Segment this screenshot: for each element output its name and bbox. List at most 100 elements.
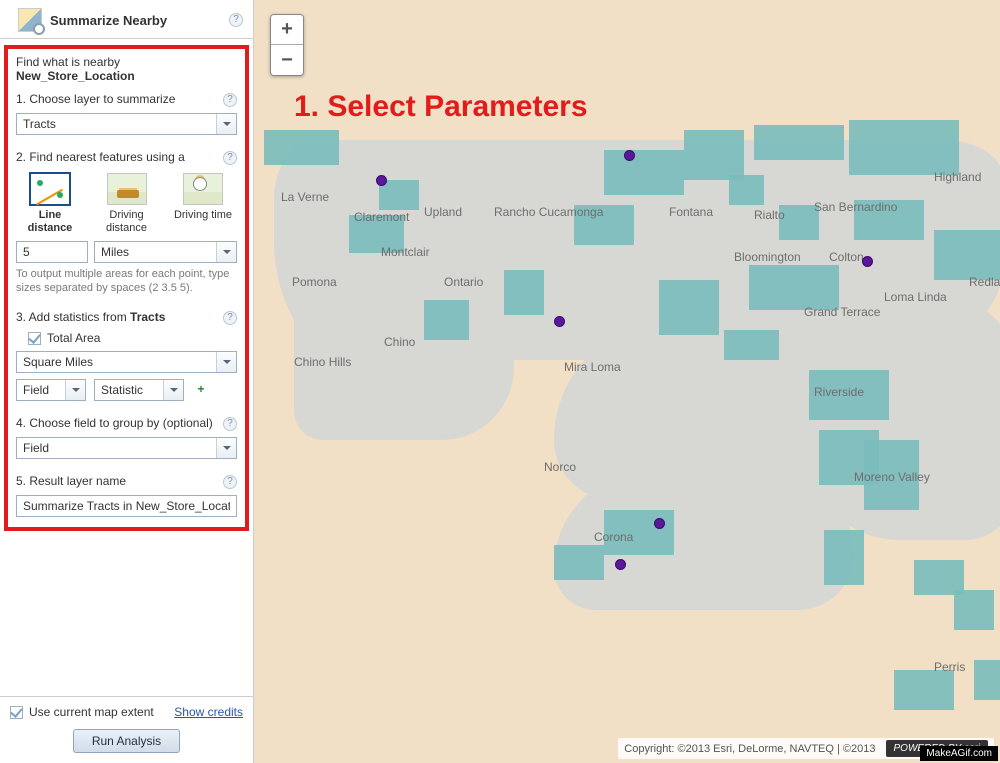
distance-value-field[interactable] bbox=[23, 245, 81, 259]
tract-polygon bbox=[779, 205, 819, 240]
tract-polygon bbox=[729, 175, 764, 205]
tract-polygon bbox=[954, 590, 994, 630]
method-driving-time[interactable]: Driving time bbox=[169, 173, 237, 235]
step-1-label: 1. Choose layer to summarize bbox=[16, 91, 175, 107]
chevron-down-icon bbox=[216, 438, 236, 458]
method-line-distance[interactable]: Line distance bbox=[16, 173, 84, 235]
total-area-checkbox[interactable] bbox=[28, 332, 41, 345]
store-point[interactable] bbox=[554, 316, 565, 327]
help-icon[interactable]: ? bbox=[223, 93, 237, 107]
analysis-panel: Summarize Nearby ? Find what is nearby N… bbox=[0, 0, 254, 763]
tract-polygon bbox=[504, 270, 544, 315]
summarize-layer-select[interactable]: Tracts bbox=[16, 113, 237, 135]
distance-unit-value: Miles bbox=[101, 245, 129, 259]
stat-type-value: Statistic bbox=[101, 383, 143, 397]
step-2-row: 2. Find nearest features using a ? bbox=[16, 149, 237, 165]
step-1-row: 1. Choose layer to summarize ? bbox=[16, 91, 237, 107]
tract-polygon bbox=[659, 280, 719, 335]
summarize-layer-value: Tracts bbox=[23, 117, 56, 131]
tract-polygon bbox=[604, 510, 674, 555]
urban-area bbox=[294, 280, 514, 440]
result-layer-name-input[interactable] bbox=[16, 495, 237, 517]
stat-type-select[interactable]: Statistic bbox=[94, 379, 184, 401]
panel-header: Summarize Nearby ? bbox=[0, 0, 253, 39]
area-unit-value: Square Miles bbox=[23, 355, 93, 369]
stat-field-value: Field bbox=[23, 383, 49, 397]
panel-title: Summarize Nearby bbox=[50, 13, 167, 28]
zoom-in-button[interactable]: + bbox=[271, 15, 303, 45]
step-2-label: 2. Find nearest features using a bbox=[16, 149, 185, 165]
method-drive-dist-label: Driving distance bbox=[93, 209, 161, 235]
footer-row: Use current map extent Show credits bbox=[10, 705, 243, 719]
step-4-label: 4. Choose field to group by (optional) bbox=[16, 415, 213, 431]
tract-polygon bbox=[824, 530, 864, 585]
step-5-row: 5. Result layer name ? bbox=[16, 473, 237, 489]
stat-field-select[interactable]: Field bbox=[16, 379, 86, 401]
distance-hint: To output multiple areas for each point,… bbox=[16, 267, 237, 295]
total-area-row: Total Area bbox=[28, 331, 237, 345]
store-point[interactable] bbox=[376, 175, 387, 186]
step-5-label: 5. Result layer name bbox=[16, 473, 126, 489]
result-layer-name-field[interactable] bbox=[23, 499, 230, 513]
chevron-down-icon bbox=[216, 114, 236, 134]
use-extent-checkbox[interactable] bbox=[10, 706, 23, 719]
step-3-row: 3. Add statistics from Tracts ? bbox=[16, 309, 237, 325]
tract-polygon bbox=[554, 545, 604, 580]
tract-polygon bbox=[809, 370, 889, 420]
area-unit-select[interactable]: Square Miles bbox=[16, 351, 237, 373]
method-drive-time-label: Driving time bbox=[169, 209, 237, 222]
method-row: Line distance Driving distance Driving t… bbox=[16, 173, 237, 235]
tract-polygon bbox=[854, 200, 924, 240]
tract-polygon bbox=[349, 215, 404, 253]
tract-polygon bbox=[424, 300, 469, 340]
find-layer-name: New_Store_Location bbox=[16, 69, 135, 83]
field-stat-row: Field Statistic + bbox=[16, 379, 237, 401]
help-icon[interactable]: ? bbox=[223, 475, 237, 489]
store-point[interactable] bbox=[624, 150, 635, 161]
group-by-select[interactable]: Field bbox=[16, 437, 237, 459]
driving-distance-icon bbox=[107, 173, 147, 205]
help-icon[interactable]: ? bbox=[229, 13, 243, 27]
tract-polygon bbox=[264, 130, 339, 165]
tract-polygon bbox=[604, 150, 684, 195]
help-icon[interactable]: ? bbox=[223, 311, 237, 325]
annotation-overlay: 1. Select Parameters bbox=[294, 90, 588, 124]
tract-polygon bbox=[894, 670, 954, 710]
store-point[interactable] bbox=[615, 559, 626, 570]
add-statistic-button[interactable]: + bbox=[192, 379, 210, 401]
chevron-down-icon bbox=[163, 380, 183, 400]
tract-polygon bbox=[864, 440, 919, 510]
chevron-down-icon bbox=[216, 242, 236, 262]
tract-polygon bbox=[574, 205, 634, 245]
run-analysis-button[interactable]: Run Analysis bbox=[73, 729, 180, 753]
find-description: Find what is nearby New_Store_Location bbox=[16, 55, 237, 83]
help-icon[interactable]: ? bbox=[223, 417, 237, 431]
method-driving-distance[interactable]: Driving distance bbox=[93, 173, 161, 235]
summarize-nearby-icon bbox=[18, 8, 42, 32]
map-canvas[interactable]: La VerneClaremontUplandRancho CucamongaF… bbox=[254, 0, 1000, 763]
step-3-label: 3. Add statistics from Tracts bbox=[16, 309, 165, 325]
group-by-value: Field bbox=[23, 441, 49, 455]
distance-value-input[interactable] bbox=[16, 241, 88, 263]
tract-polygon bbox=[724, 330, 779, 360]
show-credits-link[interactable]: Show credits bbox=[174, 705, 243, 719]
store-point[interactable] bbox=[654, 518, 665, 529]
use-extent-label: Use current map extent bbox=[29, 705, 154, 719]
find-prefix: Find what is nearby bbox=[16, 55, 120, 69]
distance-row: Miles bbox=[16, 241, 237, 263]
tract-polygon bbox=[754, 125, 844, 160]
step-4-row: 4. Choose field to group by (optional) ? bbox=[16, 415, 237, 431]
tract-polygon bbox=[849, 120, 959, 175]
tract-polygon bbox=[974, 660, 1000, 700]
parameters-highlight-box: Find what is nearby New_Store_Location 1… bbox=[4, 45, 249, 531]
help-icon[interactable]: ? bbox=[223, 151, 237, 165]
distance-unit-select[interactable]: Miles bbox=[94, 241, 237, 263]
attribution-text: Copyright: ©2013 Esri, DeLorme, NAVTEQ |… bbox=[624, 743, 875, 755]
tract-polygon bbox=[749, 265, 839, 310]
tract-polygon bbox=[684, 130, 744, 180]
makeagif-watermark: MakeAGif.com bbox=[920, 746, 998, 761]
zoom-out-button[interactable]: − bbox=[271, 45, 303, 75]
chevron-down-icon bbox=[216, 352, 236, 372]
zoom-control: + − bbox=[270, 14, 304, 76]
store-point[interactable] bbox=[862, 256, 873, 267]
